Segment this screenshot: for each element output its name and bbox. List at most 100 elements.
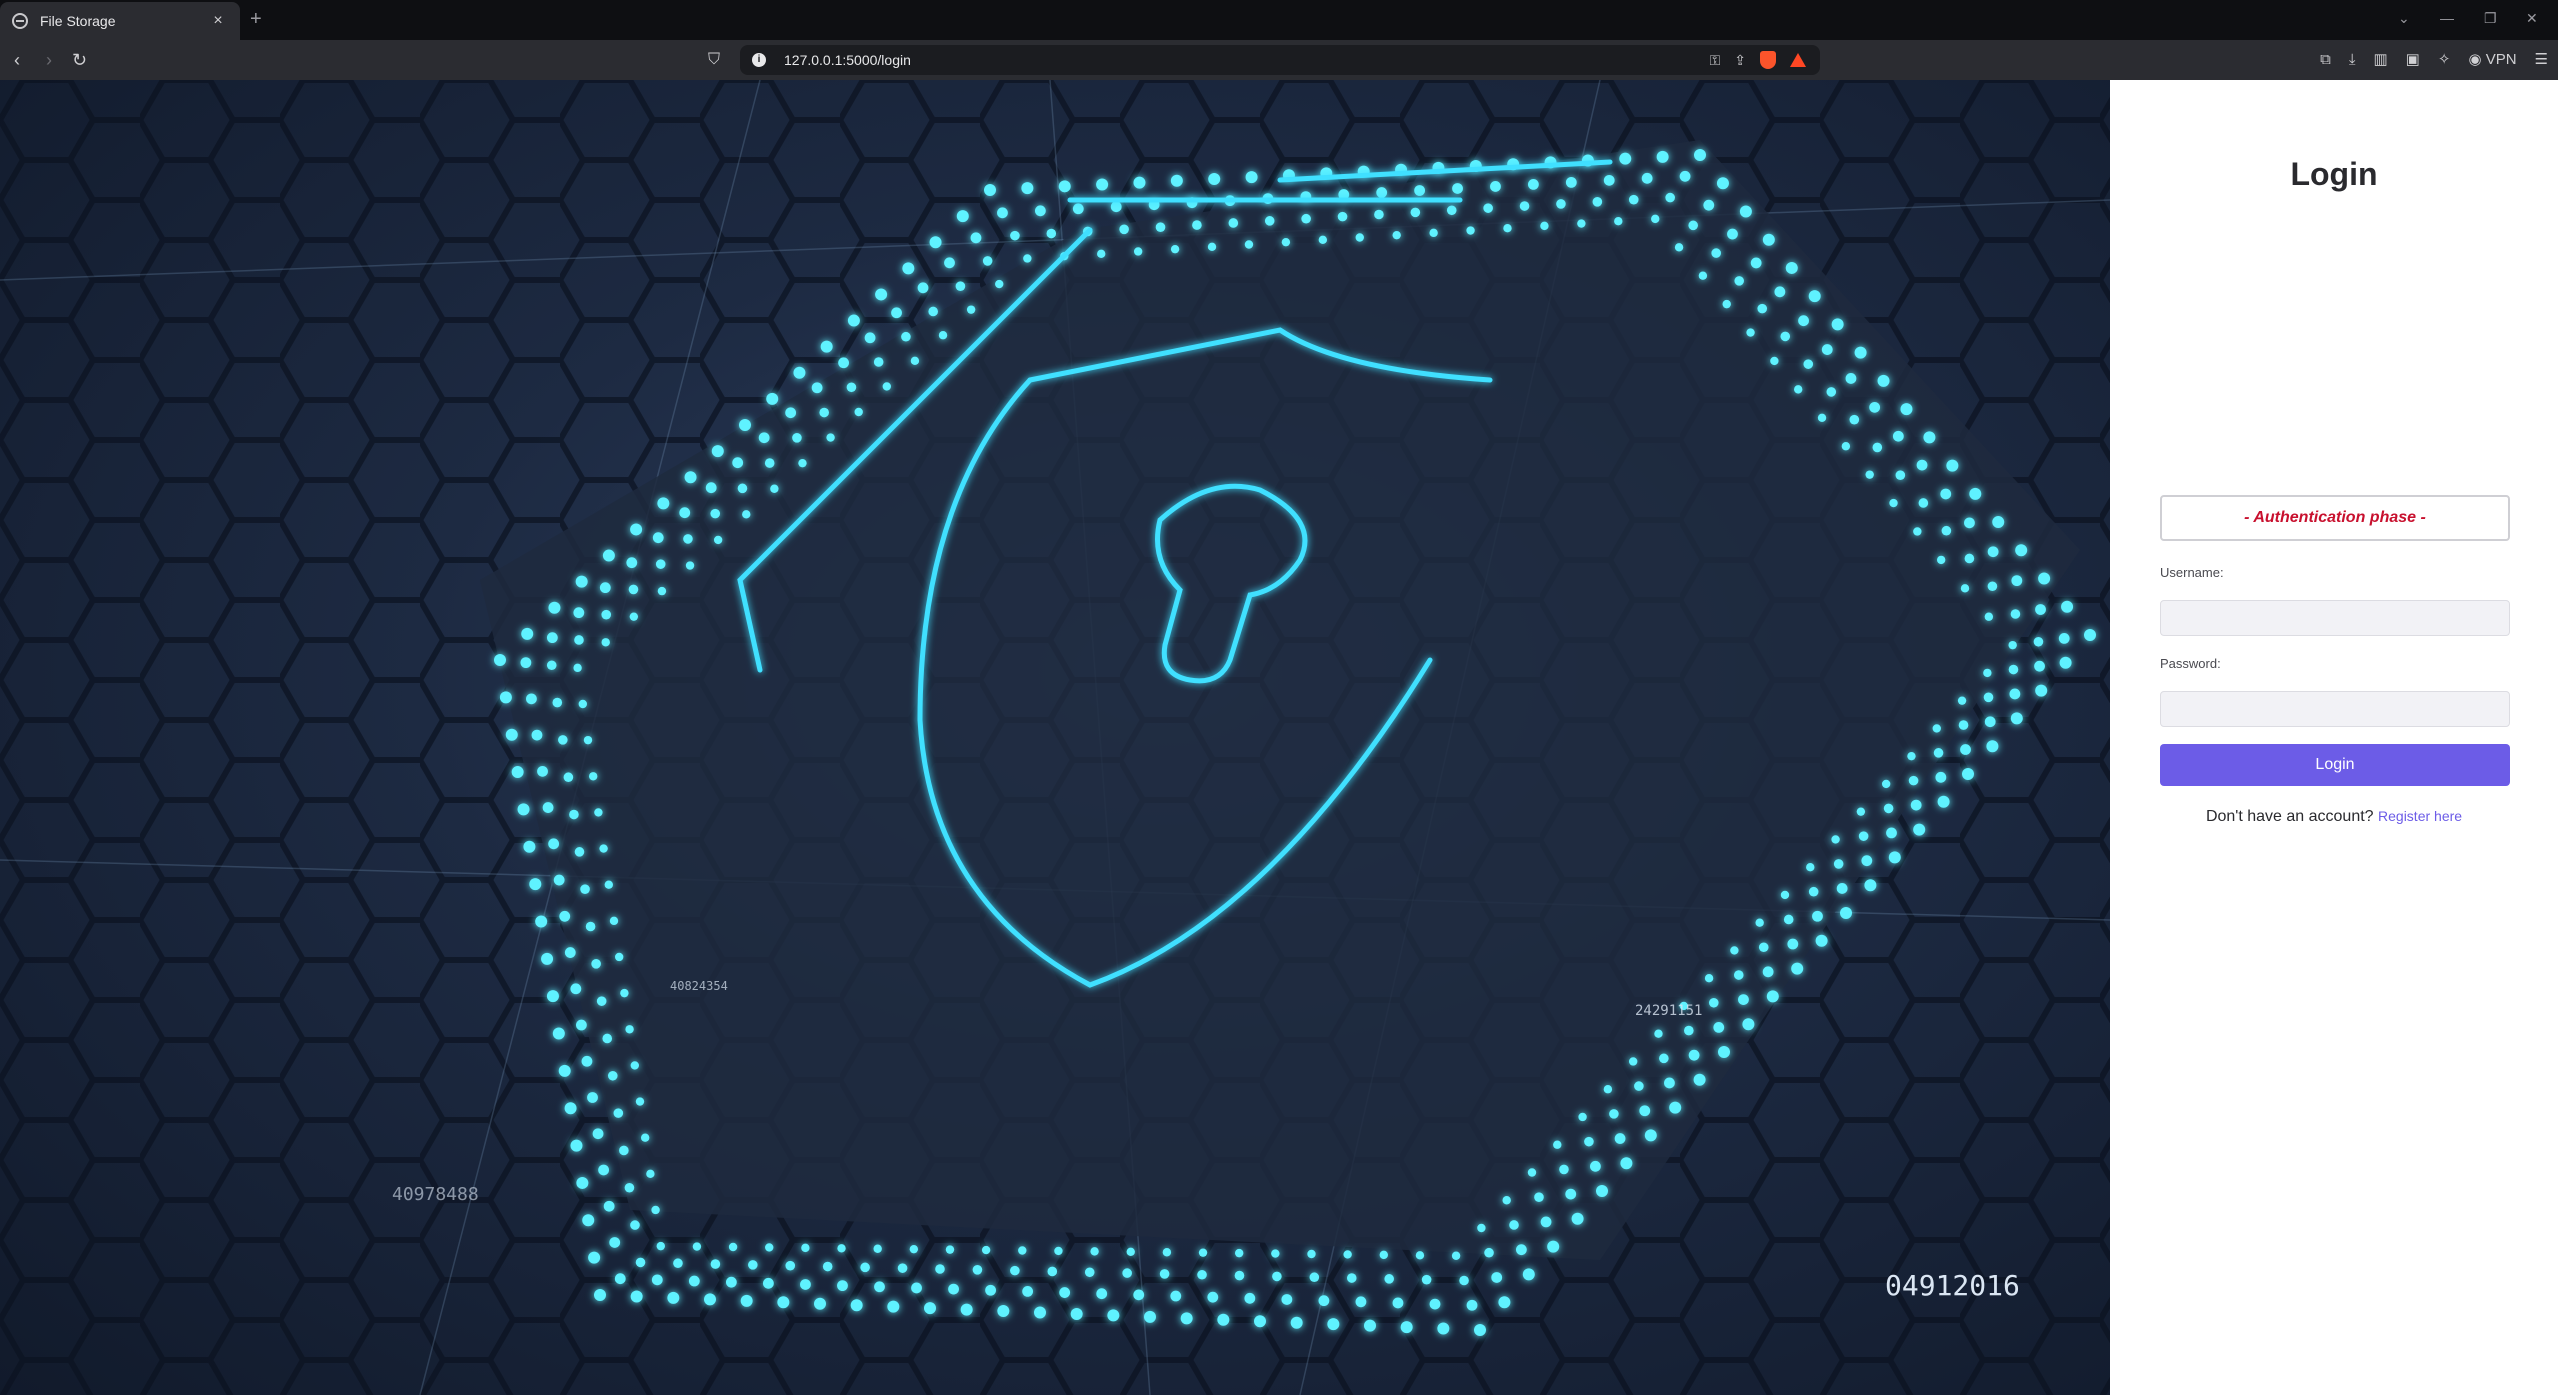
neon-dot: [1833, 859, 1844, 869]
neon-dot: [1674, 243, 1684, 252]
neon-dot: [997, 207, 1008, 219]
neon-dot: [657, 497, 670, 510]
neon-dot: [711, 445, 724, 458]
url-text[interactable]: 127.0.0.1:5000/login: [784, 52, 911, 68]
neon-dot: [1669, 1101, 1682, 1114]
username-input[interactable]: [2160, 600, 2510, 636]
neon-dot: [1734, 276, 1745, 286]
neon-dot: [800, 1279, 811, 1290]
neon-dot: [970, 232, 982, 244]
neon-dot: [553, 874, 565, 886]
neon-dot: [1337, 211, 1348, 222]
neon-dot: [909, 1244, 919, 1254]
neon-dot: [960, 1303, 973, 1316]
neon-dot: [1245, 171, 1258, 184]
neon-dot: [1854, 346, 1867, 359]
login-button[interactable]: Login: [2160, 744, 2510, 786]
neon-dot: [1698, 271, 1708, 280]
neon-dot: [793, 366, 806, 379]
neon-dot: [995, 279, 1004, 289]
neon-dot: [683, 534, 693, 544]
neon-dot: [705, 482, 717, 494]
bookmark-icon[interactable]: ⛉: [708, 49, 720, 71]
neon-dot: [1865, 470, 1874, 479]
neon-dot: [1355, 1296, 1367, 1308]
neon-dot: [910, 356, 920, 366]
back-icon[interactable]: ‹: [14, 49, 20, 71]
neon-dot: [1498, 1296, 1511, 1309]
neon-dot: [546, 990, 559, 1003]
neon-dot: [1836, 883, 1848, 894]
password-input[interactable]: [2160, 691, 2510, 727]
neon-dot: [710, 508, 721, 519]
close-window-icon[interactable]: ✕: [2526, 10, 2538, 27]
neon-dot: [1703, 199, 1715, 211]
neon-dot: [588, 1251, 601, 1264]
close-tab-icon[interactable]: ×: [208, 12, 228, 30]
neon-dot: [1739, 205, 1752, 218]
neon-dot: [854, 407, 863, 417]
restore-icon[interactable]: ❐: [2484, 10, 2497, 27]
downloads-icon[interactable]: ⤓: [2349, 51, 2356, 68]
register-link[interactable]: Register here: [2378, 808, 2462, 824]
minimize-icon[interactable]: —: [2440, 10, 2454, 26]
neon-dot: [1935, 771, 1947, 783]
neon-dot: [1234, 1248, 1244, 1258]
neon-dot: [1780, 890, 1790, 900]
neon-dot: [1808, 886, 1819, 897]
wallet-icon[interactable]: ▣: [2406, 50, 2420, 68]
neon-dot: [846, 382, 857, 393]
username-label: Username:: [2160, 565, 2224, 580]
neon-dot: [588, 772, 598, 781]
neon-dot: [542, 802, 554, 813]
neon-dot: [1895, 470, 1906, 480]
share-icon[interactable]: ⇪: [1734, 52, 1746, 69]
reload-icon[interactable]: ↻: [72, 49, 87, 71]
menu-icon[interactable]: ☰: [2535, 50, 2548, 68]
brave-rewards-icon[interactable]: [1790, 53, 1806, 67]
neon-dot: [1084, 1267, 1095, 1278]
neon-dot: [1932, 724, 1941, 733]
neon-dot: [1264, 216, 1275, 226]
browser-tab[interactable]: File Storage ×: [0, 2, 240, 40]
neon-dot: [1072, 203, 1084, 215]
neon-dot: [1477, 1223, 1486, 1233]
neon-dot: [1913, 823, 1926, 836]
neon-dot: [601, 609, 612, 620]
neon-dot: [740, 1294, 753, 1307]
tab-list-chevron-icon[interactable]: ⌄: [2398, 10, 2410, 27]
neon-dot: [1708, 997, 1719, 1008]
neon-dot: [603, 1200, 615, 1212]
neon-dot: [1840, 907, 1852, 919]
neon-dot: [1821, 344, 1833, 355]
page-content: 04912016 40978488 24291151 40824354 Logi…: [0, 80, 2558, 1395]
neon-dot: [1170, 244, 1180, 254]
neon-dot: [1421, 1274, 1432, 1285]
leo-ai-icon[interactable]: ✧: [2438, 50, 2451, 68]
neon-dot: [692, 1242, 702, 1251]
new-tab-button[interactable]: +: [250, 8, 262, 31]
address-bar[interactable]: i 127.0.0.1:5000/login ⚿ ⇪: [740, 45, 1820, 75]
neon-dot: [901, 331, 911, 342]
site-info-icon[interactable]: i: [752, 53, 766, 67]
neon-dot: [614, 952, 624, 962]
vpn-label: VPN: [2485, 51, 2517, 68]
neon-dot: [1619, 152, 1632, 165]
neon-dot: [1664, 1077, 1675, 1089]
neon-dot: [1704, 974, 1714, 983]
brave-shields-icon[interactable]: [1760, 51, 1776, 69]
neon-dot: [1679, 170, 1691, 182]
neon-dot: [1553, 1140, 1562, 1149]
key-icon[interactable]: ⚿: [1710, 52, 1721, 69]
neon-dot: [985, 1284, 996, 1296]
neon-dot: [570, 983, 582, 995]
neon-dot: [596, 996, 607, 1006]
neon-dot: [2008, 664, 2019, 675]
neon-dot: [1133, 247, 1143, 256]
forward-icon[interactable]: ›: [46, 49, 52, 71]
sidebar-icon[interactable]: ▥: [2373, 50, 2387, 68]
extensions-icon[interactable]: ⧉: [2320, 51, 2331, 68]
neon-dot: [1207, 1291, 1219, 1303]
neon-dot: [1984, 612, 1994, 621]
vpn-button[interactable]: ◉ VPN: [2468, 50, 2516, 68]
